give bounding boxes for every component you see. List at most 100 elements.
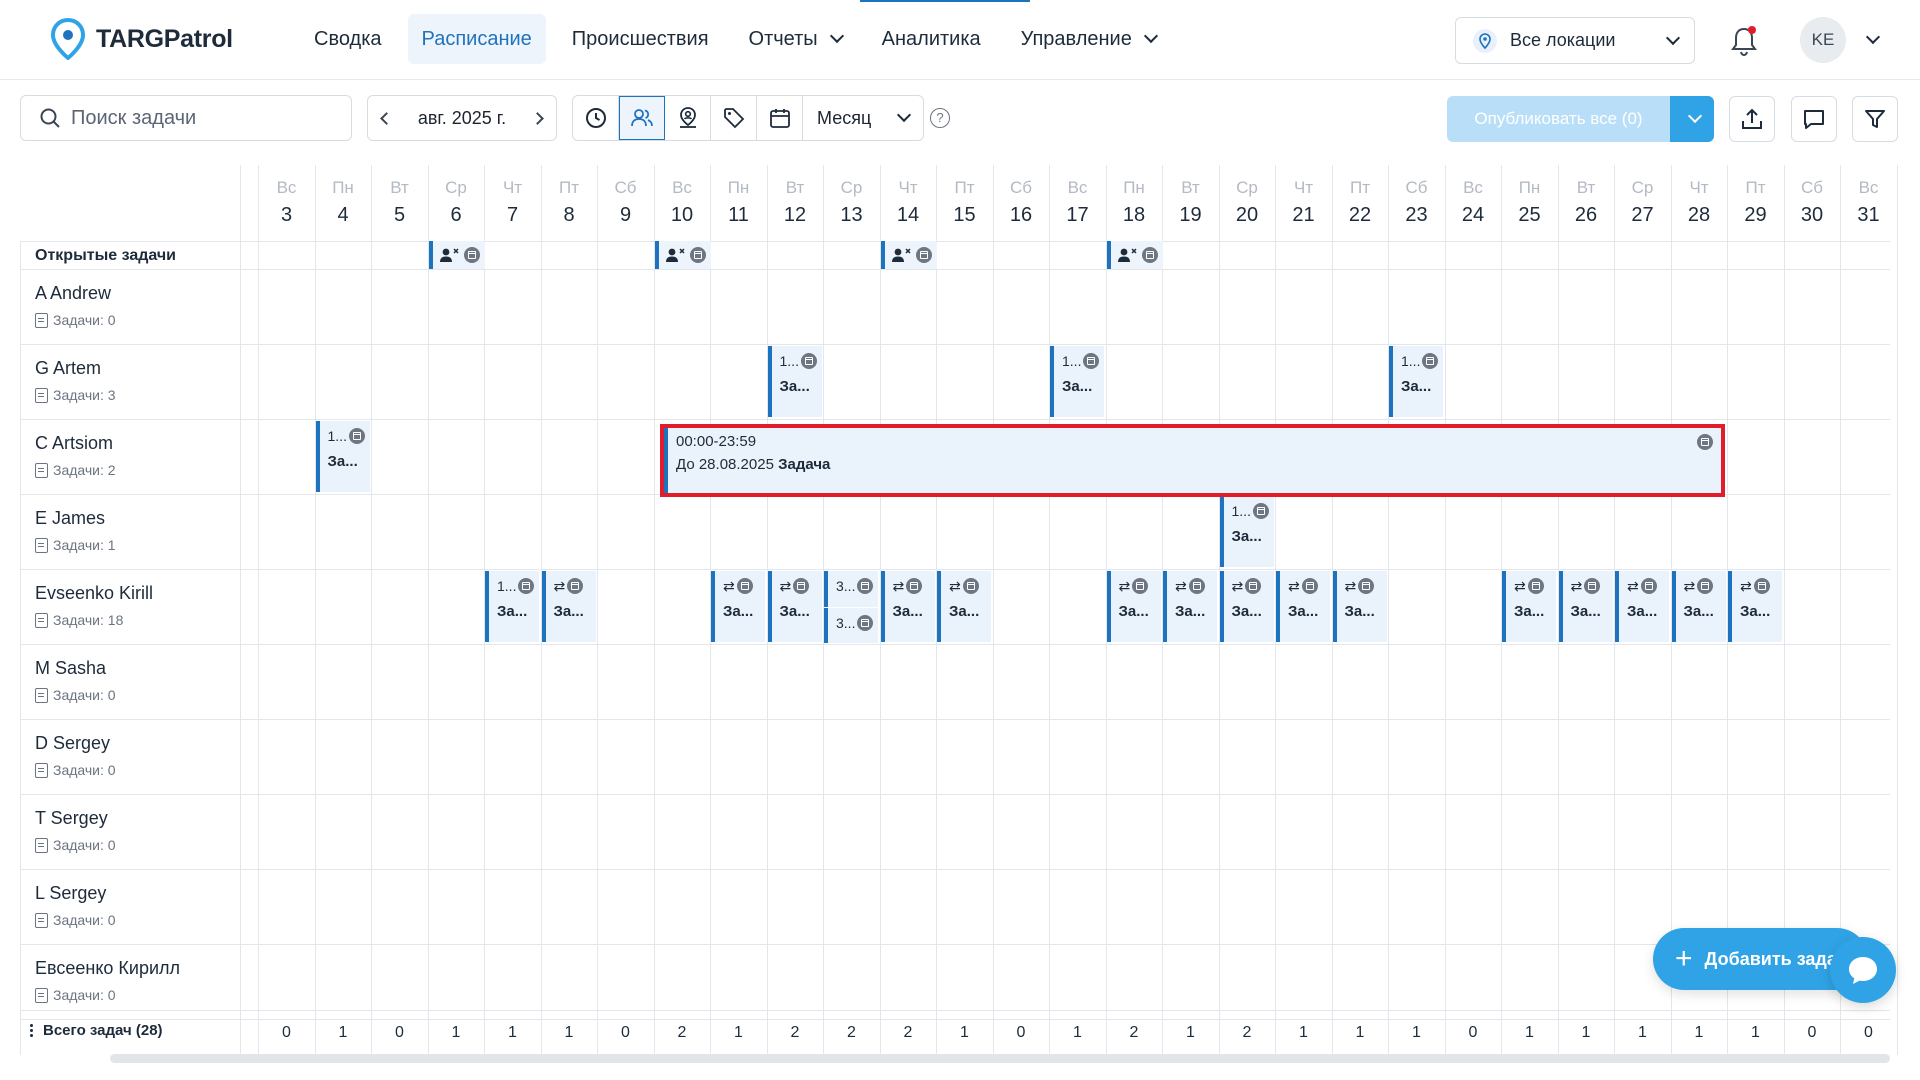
task-cell[interactable]: 1...За...	[768, 346, 822, 417]
view-mode-select[interactable]: Месяц	[803, 96, 923, 140]
task-cell[interactable]: 1...За...	[1220, 496, 1274, 567]
avatar[interactable]: KE	[1800, 17, 1846, 63]
day-header[interactable]: Пт15	[937, 165, 993, 227]
nav-item-5[interactable]: Управление	[1007, 14, 1170, 64]
highlighted-long-task[interactable]: 00:00-23:59 До 28.08.2025 Задача	[660, 424, 1725, 497]
day-header[interactable]: Пн18	[1106, 165, 1162, 227]
day-header[interactable]: Чт7	[485, 165, 541, 227]
nav-item-4[interactable]: Аналитика	[868, 14, 995, 64]
publish-all-button[interactable]: Опубликовать все (0)	[1447, 96, 1670, 142]
task-cell[interactable]: ⇄За...	[1276, 571, 1330, 642]
day-header[interactable]: Пн4	[315, 165, 371, 227]
employee-row-label[interactable]: G ArtemЗадачи: 3	[35, 358, 116, 403]
export-button[interactable]	[1729, 96, 1775, 142]
search-box[interactable]	[20, 95, 352, 141]
task-cell[interactable]: 1...За...	[1389, 346, 1443, 417]
calendar-view-button[interactable]	[757, 96, 803, 140]
task-cell[interactable]: ⇄За...	[1728, 571, 1782, 642]
next-period-icon[interactable]	[531, 112, 544, 125]
horizontal-scrollbar[interactable]	[110, 1054, 1890, 1063]
task-cell[interactable]: ⇄За...	[1559, 571, 1613, 642]
user-menu[interactable]: KE	[1800, 17, 1878, 63]
nav-item-1[interactable]: Расписание	[408, 14, 546, 64]
employee-row-label[interactable]: Evseenko KirillЗадачи: 18	[35, 583, 153, 628]
comments-button[interactable]	[1791, 96, 1837, 142]
task-cell[interactable]: ⇄За...	[1672, 571, 1726, 642]
day-header[interactable]: Сб16	[993, 165, 1049, 227]
employee-row-label[interactable]: M SashaЗадачи: 0	[35, 658, 116, 703]
day-header[interactable]: Вс24	[1445, 165, 1501, 227]
period-label[interactable]: авг. 2025 г.	[418, 108, 506, 129]
app-logo[interactable]: TARGPatrol	[50, 18, 233, 60]
task-cell[interactable]: 1...За...	[316, 421, 370, 492]
task-cell[interactable]: ⇄За...	[1502, 571, 1556, 642]
locations-view-button[interactable]	[665, 96, 711, 140]
employee-row-label[interactable]: D SergeyЗадачи: 0	[35, 733, 116, 778]
task-cell[interactable]: ⇄За...	[1615, 571, 1669, 642]
more-vertical-icon[interactable]	[30, 1024, 33, 1037]
task-cell[interactable]: 3...	[824, 571, 878, 607]
task-cell[interactable]: ⇄За...	[1220, 571, 1274, 642]
tags-view-button[interactable]	[711, 96, 757, 140]
task-cell[interactable]: ⇄За...	[1163, 571, 1217, 642]
day-header[interactable]: Чт21	[1276, 165, 1332, 227]
bell-icon[interactable]	[1729, 24, 1759, 58]
task-cell[interactable]: ⇄За...	[542, 571, 596, 642]
publish-dropdown-button[interactable]	[1670, 96, 1714, 142]
day-header[interactable]: Ср27	[1615, 165, 1671, 227]
search-input[interactable]	[71, 107, 331, 130]
day-header[interactable]: Чт14	[880, 165, 936, 227]
day-header[interactable]: Вс10	[654, 165, 710, 227]
open-task-chip[interactable]	[881, 241, 937, 269]
help-icon[interactable]: ?	[930, 108, 950, 128]
task-cell[interactable]: 3...	[824, 608, 878, 643]
employee-row-label[interactable]: C ArtsiomЗадачи: 2	[35, 433, 116, 478]
day-header[interactable]: Пт8	[541, 165, 597, 227]
chat-button[interactable]	[1830, 937, 1896, 1003]
nav-item-2[interactable]: Происшествия	[558, 14, 723, 64]
nav-item-0[interactable]: Сводка	[300, 14, 396, 64]
open-task-chip[interactable]	[655, 241, 711, 269]
employee-row-label[interactable]: T SergeyЗадачи: 0	[35, 808, 116, 853]
prev-period-icon[interactable]	[380, 112, 393, 125]
day-header[interactable]: Ср20	[1219, 165, 1275, 227]
day-header[interactable]: Вт26	[1558, 165, 1614, 227]
task-cell[interactable]: ⇄За...	[881, 571, 935, 642]
day-header[interactable]: Вт5	[372, 165, 428, 227]
day-header[interactable]: Пн11	[711, 165, 767, 227]
chevron-down-icon	[897, 108, 911, 122]
day-header[interactable]: Сб30	[1784, 165, 1840, 227]
task-cell[interactable]: 1...За...	[1050, 346, 1104, 417]
task-cell[interactable]: ⇄За...	[1333, 571, 1387, 642]
day-header[interactable]: Ср13	[824, 165, 880, 227]
day-header[interactable]: Ср6	[428, 165, 484, 227]
employee-row-label[interactable]: Евсеенко КириллЗадачи: 0	[35, 958, 180, 1003]
day-header[interactable]: Вт12	[767, 165, 823, 227]
time-view-button[interactable]	[573, 96, 619, 140]
day-header[interactable]: Пт29	[1728, 165, 1784, 227]
day-header[interactable]: Вс31	[1841, 165, 1897, 227]
open-task-chip[interactable]	[1107, 241, 1163, 269]
task-cell[interactable]: ⇄За...	[1107, 571, 1161, 642]
employee-row-label[interactable]: L SergeyЗадачи: 0	[35, 883, 116, 928]
task-cell[interactable]: ⇄За...	[711, 571, 765, 642]
day-header[interactable]: Сб23	[1389, 165, 1445, 227]
employees-view-button[interactable]	[619, 96, 665, 140]
day-header[interactable]: Пт22	[1332, 165, 1388, 227]
task-cell[interactable]: 1...За...	[485, 571, 539, 642]
open-task-chip[interactable]	[429, 241, 485, 269]
nav-item-3[interactable]: Отчеты	[735, 14, 856, 64]
task-cell[interactable]: ⇄За...	[768, 571, 822, 642]
day-header[interactable]: Пн25	[1502, 165, 1558, 227]
day-header[interactable]: Чт28	[1671, 165, 1727, 227]
location-select[interactable]: Все локации	[1455, 17, 1695, 64]
totals-label[interactable]: Всего задач (28)	[30, 1022, 163, 1039]
employee-row-label[interactable]: A AndrewЗадачи: 0	[35, 283, 116, 328]
day-header[interactable]: Вс17	[1050, 165, 1106, 227]
day-header[interactable]: Вс3	[259, 165, 315, 227]
filter-button[interactable]	[1852, 96, 1898, 142]
day-header[interactable]: Вт19	[1163, 165, 1219, 227]
employee-row-label[interactable]: E JamesЗадачи: 1	[35, 508, 116, 553]
day-header[interactable]: Сб9	[598, 165, 654, 227]
task-cell[interactable]: ⇄За...	[937, 571, 991, 642]
